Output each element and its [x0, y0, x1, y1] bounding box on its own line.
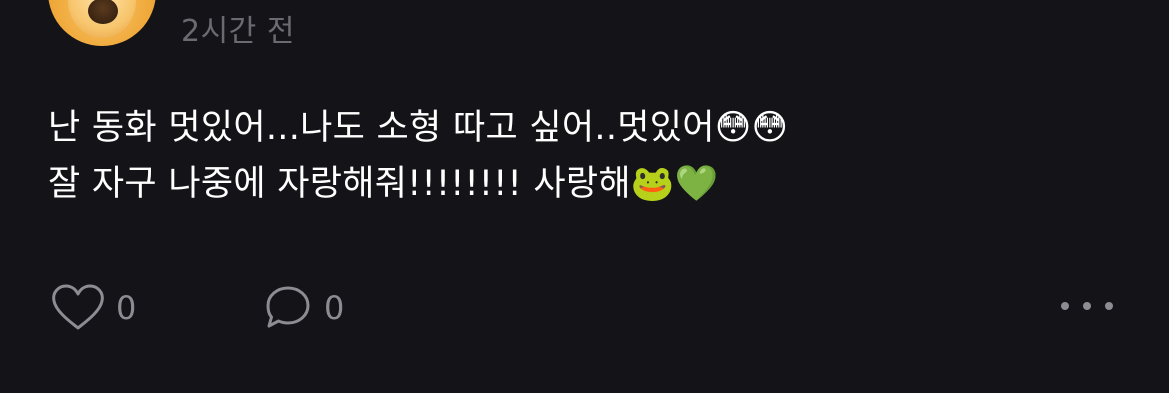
like-count: 0 — [116, 289, 137, 327]
post-content: 난 동화 멋있어...나도 소형 따고 싶어..멋있어😳😳 잘 자구 나중에 자… — [48, 100, 1128, 212]
more-dot-icon — [1105, 302, 1113, 310]
more-dot-icon — [1061, 302, 1069, 310]
like-button[interactable]: 0 — [50, 284, 136, 332]
post-timestamp: 2시간 전 — [181, 14, 295, 49]
more-options-button[interactable] — [1061, 296, 1113, 316]
comment-count: 0 — [324, 289, 345, 327]
post-actions-bar: 0 0 — [0, 284, 1169, 334]
speech-bubble-icon — [262, 284, 314, 332]
more-dot-icon — [1083, 302, 1091, 310]
avatar[interactable] — [48, 0, 156, 46]
heart-outline-icon — [50, 284, 106, 332]
post-text-line-2: 잘 자구 나중에 자랑해줘!!!!!!!! 사랑해🐸💚 — [48, 164, 719, 204]
post-text-line-1: 난 동화 멋있어...나도 소형 따고 싶어..멋있어😳😳 — [48, 108, 789, 148]
comment-button[interactable]: 0 — [262, 284, 344, 332]
